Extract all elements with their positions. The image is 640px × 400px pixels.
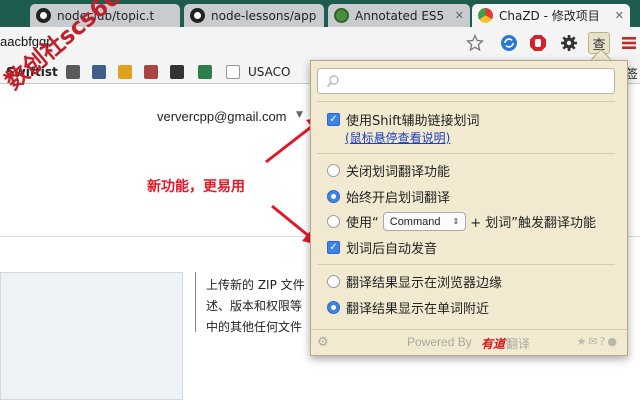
upload-description-line: 中的其他任何文件 <box>206 320 303 334</box>
github-icon <box>36 8 51 23</box>
option-label: 始终开启划词翻译 <box>346 191 451 206</box>
divider <box>195 272 196 332</box>
bookmark-usaco[interactable]: USACO <box>248 65 290 79</box>
mail-icon[interactable]: ✉ <box>588 335 599 348</box>
annotation-note: 新功能，更易用 <box>147 179 245 195</box>
bookmark-icon[interactable] <box>118 65 132 79</box>
chazd-popup: ✓ 使用Shift辅助链接划词 (鼠标悬停查看说明) 关闭划词翻译功能 始终开启… <box>310 60 628 356</box>
option-result-near[interactable]: 翻译结果显示在单词附近 <box>327 298 489 317</box>
tab-title: ChaZD - 修改项目 <box>499 9 600 23</box>
bookmark-icon[interactable] <box>170 65 184 79</box>
option-shift-link[interactable]: ✓ 使用Shift辅助链接划词 <box>327 110 480 129</box>
radio-icon[interactable] <box>327 275 340 288</box>
radio-icon[interactable] <box>327 164 340 177</box>
option-key-translate[interactable]: 使用“ Command ⇕ + 划词”触发翻译功能 <box>327 212 596 231</box>
divider <box>317 153 615 154</box>
radio-icon[interactable] <box>327 215 340 228</box>
option-label: 翻译结果显示在单词附近 <box>346 302 490 317</box>
adblock-icon[interactable] <box>527 32 549 54</box>
github-icon <box>190 8 205 23</box>
page-icon[interactable] <box>226 65 240 79</box>
sync-extension-icon[interactable] <box>498 32 520 54</box>
option-always-translate[interactable]: 始终开启划词翻译 <box>327 187 450 206</box>
option-close-translate[interactable]: 关闭划词翻译功能 <box>327 161 450 180</box>
divider <box>317 264 615 265</box>
select-value: Command <box>389 215 441 228</box>
option-label: 翻译结果显示在浏览器边缘 <box>346 276 503 291</box>
tab-node-lessons[interactable]: node-lessons/app <box>184 4 324 27</box>
option-label: 使用Shift辅助链接划词 <box>346 114 480 129</box>
tab-annotated-es5[interactable]: Annotated ES5 ✕ <box>328 4 470 27</box>
radio-selected-icon[interactable] <box>327 190 340 203</box>
popup-footer: ⚙ Powered By 有道 翻译 ★✉?● <box>311 329 627 355</box>
fanyi-label: 翻译 <box>506 337 531 351</box>
bookmark-icon[interactable] <box>66 65 80 79</box>
option-label: 关闭划词翻译功能 <box>346 165 451 180</box>
divider <box>317 101 615 102</box>
star-icon[interactable] <box>464 32 486 54</box>
close-icon[interactable]: ✕ <box>449 9 464 22</box>
option-label: 划词后自动发音 <box>346 242 438 257</box>
search-box[interactable] <box>317 68 615 94</box>
settings-gear-icon[interactable]: ⚙ <box>317 336 331 350</box>
es5-icon <box>334 8 349 23</box>
hover-help-link[interactable]: (鼠标悬停查看说明) <box>345 129 450 146</box>
checkbox-checked-icon[interactable]: ✓ <box>327 241 340 254</box>
radio-selected-icon[interactable] <box>327 301 340 314</box>
bookmark-icon[interactable] <box>144 65 158 79</box>
checkbox-checked-icon[interactable]: ✓ <box>327 113 340 126</box>
menu-icon[interactable] <box>618 32 640 54</box>
tab-chazd[interactable]: ChaZD - 修改项目 ✕ <box>472 4 630 27</box>
youdao-logo[interactable]: 有道 <box>481 335 505 352</box>
upload-area[interactable] <box>0 272 183 400</box>
bookmark-icon[interactable] <box>92 65 106 79</box>
search-input[interactable] <box>344 72 604 90</box>
gear-icon[interactable] <box>558 32 580 54</box>
option-label-suffix: + 划词”触发翻译功能 <box>470 216 596 231</box>
bookmark-icon[interactable] <box>198 65 212 79</box>
upload-description-line: 上传新的 ZIP 文件 <box>206 278 305 292</box>
close-icon[interactable]: ✕ <box>609 9 624 22</box>
option-auto-speak[interactable]: ✓ 划词后自动发音 <box>327 238 437 257</box>
tab-title: node-lessons/app <box>211 8 317 23</box>
star-icon[interactable]: ★ <box>576 335 588 348</box>
modifier-key-select[interactable]: Command ⇕ <box>382 212 467 231</box>
chevron-updown-icon: ⇕ <box>452 217 460 226</box>
github-icon[interactable]: ● <box>607 335 619 348</box>
account-email[interactable]: ververcpp@gmail.com <box>157 109 287 124</box>
upload-description-line: 述、版本和权限等 <box>206 299 303 313</box>
option-label-prefix: 使用“ <box>346 216 379 231</box>
search-icon <box>326 75 339 88</box>
option-result-edge[interactable]: 翻译结果显示在浏览器边缘 <box>327 272 502 291</box>
chrome-store-icon <box>478 8 493 23</box>
powered-by: Powered By <box>407 335 472 349</box>
footer-icons: ★✉?● <box>576 335 619 348</box>
chevron-down-icon[interactable]: ▼ <box>296 110 303 120</box>
tab-title: Annotated ES5 <box>355 8 445 23</box>
